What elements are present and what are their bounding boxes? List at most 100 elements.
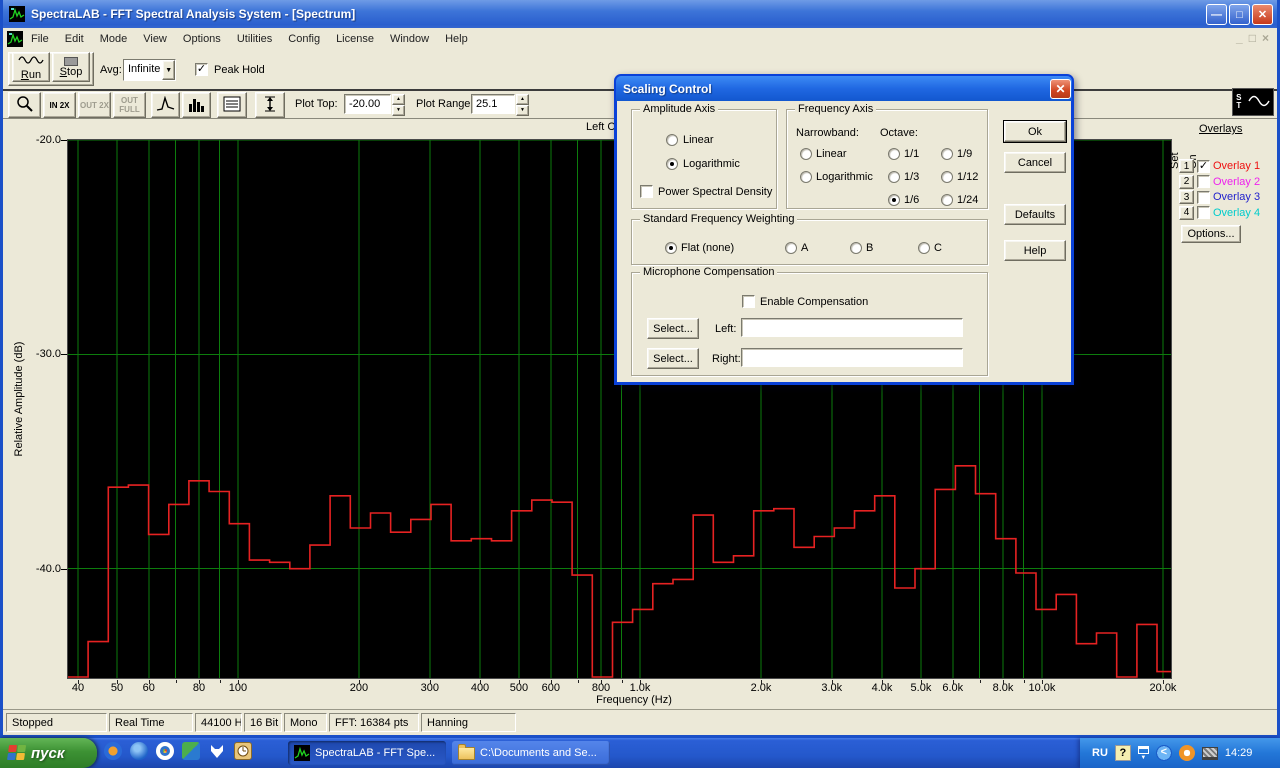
menu-help[interactable]: Help: [437, 31, 476, 47]
defaults-button[interactable]: Defaults: [1004, 204, 1066, 225]
peak-curve-button[interactable]: [151, 92, 180, 118]
overlay-options-button[interactable]: Options...: [1181, 225, 1241, 243]
y-tick: [61, 354, 67, 355]
octave-1-24-radio[interactable]: [941, 194, 953, 206]
details-view-button[interactable]: [217, 92, 247, 118]
x-tick-label: 300: [421, 682, 439, 694]
language-indicator[interactable]: RU: [1092, 747, 1108, 759]
updater-tray-icon[interactable]: [1179, 745, 1195, 761]
psd-checkbox[interactable]: [640, 185, 653, 198]
octave-1-1-radio[interactable]: [888, 148, 900, 160]
freq-linear-radio[interactable]: [800, 148, 812, 160]
menu-license[interactable]: License: [328, 31, 382, 47]
zoom-cursor-button[interactable]: [8, 92, 41, 118]
x-tick-label: 800: [592, 682, 610, 694]
restore-window-tray-icon[interactable]: ▼: [1138, 746, 1149, 761]
overlay-set-button-2[interactable]: 2: [1179, 175, 1194, 189]
maximize-button[interactable]: □: [1229, 4, 1250, 25]
menu-file[interactable]: File: [23, 31, 57, 47]
mic-left-field[interactable]: [741, 318, 963, 337]
select-left-button[interactable]: Select...: [647, 318, 699, 339]
spin-up-icon[interactable]: ▲: [392, 94, 405, 105]
start-button[interactable]: пуск: [0, 738, 97, 768]
media-app-icon[interactable]: [182, 742, 200, 760]
spin-up-icon[interactable]: ▲: [516, 94, 529, 105]
overlay-set-button-3[interactable]: 3: [1179, 190, 1194, 204]
overlay-on-checkbox-1[interactable]: ✓: [1197, 160, 1210, 173]
overlay-on-checkbox-2[interactable]: [1197, 175, 1210, 188]
overlay-set-button-1[interactable]: 1: [1179, 159, 1194, 173]
taskbar-item-explorer[interactable]: C:\Documents and Se...: [452, 741, 610, 765]
weighting-b-radio[interactable]: [850, 242, 862, 254]
overlay-set-button-4[interactable]: 4: [1179, 206, 1194, 220]
plot-top-input[interactable]: -20.00: [344, 94, 391, 114]
browser-icon[interactable]: [156, 742, 174, 760]
messenger-icon[interactable]: [130, 742, 148, 760]
mdi-close-icon[interactable]: ×: [1262, 31, 1269, 45]
cancel-button[interactable]: Cancel: [1004, 152, 1066, 173]
psd-label: Power Spectral Density: [658, 186, 772, 198]
avg-label: Avg:: [100, 64, 122, 76]
spin-down-icon[interactable]: ▼: [516, 105, 529, 116]
media-player-icon[interactable]: [104, 742, 122, 760]
amplitude-linear-radio[interactable]: [666, 134, 678, 146]
enable-compensation-checkbox[interactable]: [742, 295, 755, 308]
octave-1-6-radio[interactable]: [888, 194, 900, 206]
amplitude-logarithmic-radio[interactable]: [666, 158, 678, 170]
run-button[interactable]: Run: [12, 52, 50, 82]
menu-window[interactable]: Window: [382, 31, 437, 47]
overlay-on-checkbox-3[interactable]: [1197, 191, 1210, 204]
minimize-button[interactable]: —: [1206, 4, 1227, 25]
collapse-tray-icon[interactable]: <: [1156, 745, 1172, 761]
weighting-flatnone-radio[interactable]: [665, 242, 677, 254]
help-button[interactable]: Help: [1004, 240, 1066, 261]
peak-hold-checkbox[interactable]: ✓: [195, 63, 208, 76]
octave-1-9-label: 1/9: [957, 148, 972, 160]
zoom-out-full-button[interactable]: OUT FULL: [113, 92, 146, 118]
avg-combobox[interactable]: Infinite ▼: [123, 59, 176, 81]
narrowband-label: Narrowband:: [796, 127, 859, 139]
taskbar-item-spectralab[interactable]: SpectraLAB - FFT Spe...: [288, 741, 446, 765]
plot-range-input[interactable]: 25.1: [471, 94, 515, 114]
menu-view[interactable]: View: [135, 31, 175, 47]
menu-utilities[interactable]: Utilities: [229, 31, 280, 47]
zoom-in-2x-button[interactable]: IN 2X: [43, 92, 76, 118]
display-tray-icon[interactable]: [1202, 747, 1218, 760]
octave-1-12-radio[interactable]: [941, 171, 953, 183]
menu-options[interactable]: Options: [175, 31, 229, 47]
plot-range-spinner[interactable]: ▲ ▼: [516, 94, 529, 114]
clock-app-icon[interactable]: [234, 742, 252, 760]
signal-generator-button[interactable]: ST: [1232, 88, 1274, 116]
vertical-range-button[interactable]: [255, 92, 285, 118]
octave-1-9-radio[interactable]: [941, 148, 953, 160]
mdi-restore-icon[interactable]: □: [1249, 31, 1256, 45]
zoom-out-2x-button[interactable]: OUT 2X: [78, 92, 111, 118]
x-tick-label: 1.0k: [630, 682, 651, 694]
weighting-c-radio[interactable]: [918, 242, 930, 254]
stop-button[interactable]: Stop: [52, 52, 90, 82]
dialog-titlebar[interactable]: Scaling Control: [616, 76, 1072, 101]
help-tray-icon[interactable]: ?: [1115, 745, 1131, 761]
menu-edit[interactable]: Edit: [57, 31, 92, 47]
mdi-minimize-icon[interactable]: _: [1236, 31, 1243, 45]
ok-button[interactable]: Ok: [1004, 121, 1066, 142]
chevron-down-icon[interactable]: ▼: [162, 60, 175, 80]
octave-1-3-radio[interactable]: [888, 171, 900, 183]
weighting-a-radio[interactable]: [785, 242, 797, 254]
scaling-control-dialog: Scaling Control ✕ Amplitude Axis Linear …: [614, 74, 1074, 385]
fox-app-icon[interactable]: [208, 742, 226, 760]
menu-mode[interactable]: Mode: [92, 31, 136, 47]
close-button[interactable]: ✕: [1252, 4, 1273, 25]
mic-right-field[interactable]: [741, 348, 963, 367]
details-list-icon: [223, 96, 241, 115]
clock[interactable]: 14:29: [1225, 747, 1253, 759]
freq-logarithmic-radio[interactable]: [800, 171, 812, 183]
overlay-on-checkbox-4[interactable]: [1197, 206, 1210, 219]
plot-top-spinner[interactable]: ▲ ▼: [392, 94, 405, 114]
spin-down-icon[interactable]: ▼: [392, 105, 405, 116]
select-right-button[interactable]: Select...: [647, 348, 699, 369]
amplitude-logarithmic-label: Logarithmic: [683, 158, 740, 170]
bar-graph-button[interactable]: [182, 92, 211, 118]
menu-config[interactable]: Config: [280, 31, 328, 47]
dialog-close-button[interactable]: ✕: [1050, 79, 1071, 99]
